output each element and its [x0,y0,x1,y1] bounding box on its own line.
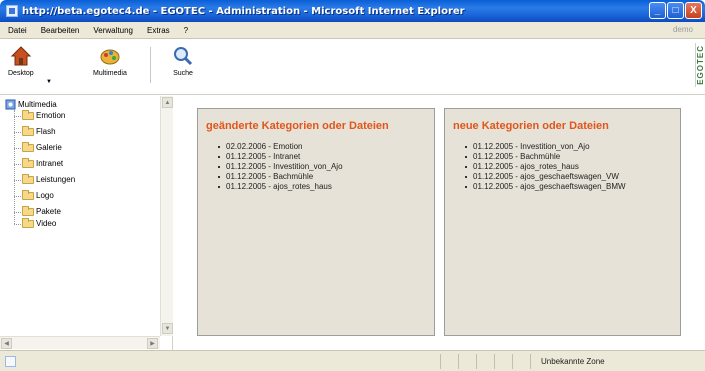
menu-bar: Datei Bearbeiten Verwaltung Extras ? dem… [0,22,705,39]
tree-item-logo[interactable]: Logo [22,189,54,200]
maximize-button[interactable]: □ [667,2,684,19]
tree-item-pakete[interactable]: Pakete [22,205,61,216]
egotec-logo: EGOTEC [695,43,705,87]
list-item[interactable]: 01.12.2005 - Intranet [218,152,434,162]
tree-branch [14,164,21,165]
minimize-button[interactable]: _ [649,2,666,19]
tree-branch [14,224,21,225]
current-user: demo [672,25,693,34]
tree-branch [14,116,21,117]
ie-page-icon [6,5,18,17]
security-zone-label: Unbekannte Zone [541,357,605,366]
scroll-up-button[interactable]: ▲ [162,97,173,108]
desktop-dropdown-arrow[interactable]: ▼ [46,79,52,85]
tree-item-label: Video [36,219,57,228]
folder-icon [22,189,34,200]
tree-branch [14,132,21,133]
tree-item-flash[interactable]: Flash [22,125,56,136]
desktop-label: Desktop [8,70,34,77]
folder-icon [22,125,34,136]
scroll-left-button[interactable]: ◀ [1,338,12,349]
list-item[interactable]: 01.12.2005 - Bachmühle [465,152,680,162]
search-button[interactable]: Suche [172,45,194,77]
tree-root-multimedia[interactable]: Multimedia [5,99,57,110]
page-status-icon [5,356,16,367]
tree-item-label: Logo [36,191,54,200]
status-bar: Unbekannte Zone [0,350,705,371]
list-item[interactable]: 01.12.2005 - ajos_rotes_haus [218,182,434,192]
tree-branch [14,148,21,149]
changed-items-panel: geänderte Kategorien oder Dateien 02.02.… [197,108,435,336]
folder-icon [22,157,34,168]
tree-item-intranet[interactable]: Intranet [22,157,64,168]
multimedia-icon [100,49,120,65]
category-tree: Multimedia Emotion Flash Galerie Intrane… [0,96,173,350]
tree-item-label: Leistungen [36,175,76,184]
status-separator [494,354,495,369]
list-item[interactable]: 01.12.2005 - Investition_von_Ajo [465,142,680,152]
close-button[interactable]: X [685,2,702,19]
new-items-list: 01.12.2005 - Investition_von_Ajo 01.12.2… [465,142,680,192]
status-separator [530,354,531,369]
egotec-logo-text: EGOTEC [696,45,705,85]
tree-item-leistungen[interactable]: Leistungen [22,173,76,184]
changed-items-heading: geänderte Kategorien oder Dateien [206,120,389,132]
scroll-down-button[interactable]: ▼ [162,323,173,334]
menu-verwaltung[interactable]: Verwaltung [93,26,133,35]
folder-icon [22,205,34,216]
tree-item-label: Intranet [36,159,64,168]
desktop-button[interactable]: Desktop [8,45,34,77]
folder-icon [22,173,34,184]
tree-item-label: Emotion [36,111,66,120]
menu-bearbeiten[interactable]: Bearbeiten [41,26,80,35]
list-item[interactable]: 01.12.2005 - ajos_geschaeftswagen_BMW [465,182,680,192]
new-items-heading: neue Kategorien oder Dateien [453,120,609,132]
menu-datei[interactable]: Datei [8,26,27,35]
list-item[interactable]: 01.12.2005 - Bachmühle [218,172,434,182]
window-title: http://beta.egotec4.de - EGOTEC - Admini… [22,5,465,17]
tree-item-galerie[interactable]: Galerie [22,141,62,152]
tree-item-label: Flash [36,127,56,136]
list-item[interactable]: 01.12.2005 - Investition_von_Ajo [218,162,434,172]
list-item[interactable]: 02.02.2006 - Emotion [218,142,434,152]
search-icon [174,47,193,66]
home-icon [10,46,32,66]
scroll-right-button[interactable]: ▶ [147,338,158,349]
folder-icon [22,109,34,120]
main-content: geänderte Kategorien oder Dateien 02.02.… [174,96,705,350]
new-items-panel: neue Kategorien oder Dateien 01.12.2005 … [444,108,681,336]
tree-root-label: Multimedia [18,100,57,109]
status-separator [458,354,459,369]
folder-icon [22,141,34,152]
tree-item-video[interactable]: Video [22,217,57,228]
window-titlebar[interactable]: http://beta.egotec4.de - EGOTEC - Admini… [0,0,705,22]
multimedia-root-icon [5,99,16,110]
tree-branch [14,180,21,181]
toolbar: Desktop ▼ Multimedia Suche EGOTEC [0,39,705,95]
list-item[interactable]: 01.12.2005 - ajos_rotes_haus [465,162,680,172]
toolbar-separator [150,47,151,83]
folder-icon [22,217,34,228]
tree-branch [14,212,21,213]
tree-branch [14,196,21,197]
multimedia-button[interactable]: Multimedia [93,45,127,77]
multimedia-label: Multimedia [93,70,127,77]
status-separator [512,354,513,369]
tree-connector [14,110,15,224]
list-item[interactable]: 01.12.2005 - ajos_geschaeftswagen_VW [465,172,680,182]
tree-item-emotion[interactable]: Emotion [22,109,66,120]
menu-extras[interactable]: Extras [147,26,170,35]
status-separator [440,354,441,369]
vertical-scrollbar[interactable]: ▲ ▼ [160,96,173,336]
status-separator [476,354,477,369]
tree-item-label: Galerie [36,143,62,152]
window-controls: _ □ X [649,2,702,19]
horizontal-scrollbar[interactable]: ◀ ▶ [0,336,160,349]
search-label: Suche [173,70,193,77]
changed-items-list: 02.02.2006 - Emotion 01.12.2005 - Intran… [218,142,434,192]
tree-item-label: Pakete [36,207,61,216]
menu-help[interactable]: ? [184,26,188,35]
